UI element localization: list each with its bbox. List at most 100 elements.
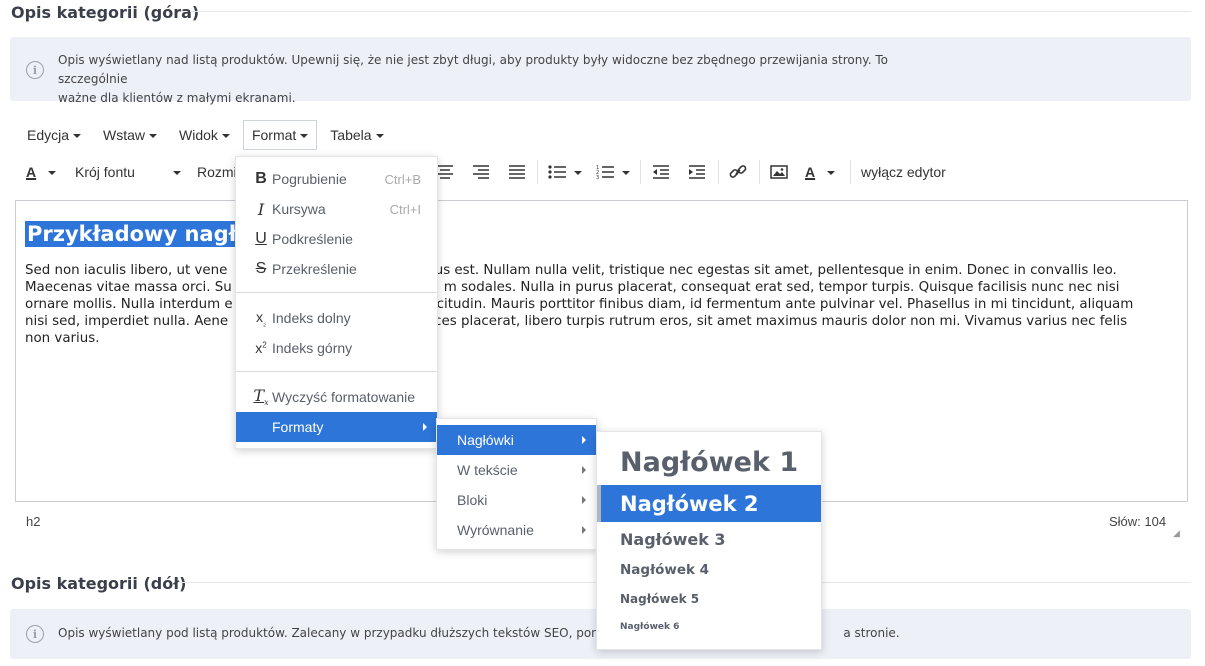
info-line: Opis wyświetlany pod listą produktów. Za… — [58, 626, 620, 640]
heading-option-h2[interactable]: Nagłówek 2 — [597, 485, 821, 522]
font-family-select[interactable]: Krój fontu — [75, 156, 181, 188]
background-color-button[interactable]: A — [805, 156, 836, 188]
headings-submenu: Nagłówek 1 Nagłówek 2 Nagłówek 3 Nagłówe… — [596, 431, 822, 650]
heading-option-h3[interactable]: Nagłówek 3 — [597, 525, 821, 553]
link-button[interactable] — [729, 156, 747, 188]
bullet-list-button[interactable] — [548, 156, 582, 188]
formats-submenu: Nagłówki W tekście Bloki Wyrównanie — [436, 418, 597, 550]
image-icon — [770, 165, 788, 179]
selected-heading[interactable]: Przykładowy nagł — [25, 221, 239, 247]
link-icon — [729, 165, 747, 178]
chevron-right-icon — [582, 436, 586, 444]
underline-icon: U — [255, 230, 267, 247]
image-button[interactable] — [770, 156, 788, 188]
italic-icon: I — [257, 199, 265, 219]
menu-item-underline[interactable]: U Podkreślenie — [236, 224, 437, 254]
submenu-item-headings[interactable]: Nagłówki — [437, 425, 596, 455]
section-title-top: Opis kategorii (góra) — [11, 3, 200, 22]
menu-separator — [236, 292, 437, 293]
info-line: a stronie. — [843, 626, 900, 640]
heading-option-h1[interactable]: Nagłówek 1 — [597, 440, 821, 484]
paragraph-line: non varius. — [25, 331, 100, 346]
toolbar-separator — [718, 160, 719, 184]
indent-button[interactable] — [688, 156, 706, 188]
chevron-down-icon — [827, 171, 836, 175]
resize-handle-icon[interactable]: ◢ — [1173, 528, 1180, 539]
menu-insert[interactable]: Wstaw — [94, 120, 166, 150]
paragraph-line: Maecenas vitae massa orci. Su m sodales. … — [25, 280, 1120, 295]
editor-menubar: Edycja Wstaw Widok Format Tabela — [18, 120, 397, 150]
chevron-down-icon — [48, 171, 57, 175]
menu-item-clear-formatting[interactable]: Tx Wyczyść formatowanie — [236, 382, 437, 412]
info-icon: i — [26, 61, 44, 79]
word-count: Słów: 104 — [1109, 514, 1167, 529]
info-line: ważne dla klientów z małymi ekranami. — [58, 91, 296, 105]
editor-toolbar: A Krój fontu Rozmi 123 A wyłącz edytor — [18, 156, 1188, 188]
heading-option-h4[interactable]: Nagłówek 4 — [597, 556, 821, 583]
numbered-list-button[interactable]: 123 — [596, 156, 630, 188]
paragraph-line: nisi sed, imperdiet nulla. Aene ces place… — [25, 314, 1128, 329]
menu-item-bold[interactable]: B Pogrubienie Ctrl+B — [236, 164, 437, 194]
bold-icon: B — [255, 170, 267, 187]
outdent-button[interactable] — [652, 156, 670, 188]
chevron-down-icon — [622, 171, 630, 175]
menu-item-subscript[interactable]: x₂ Indeks dolny — [236, 303, 437, 333]
menu-edit[interactable]: Edycja — [18, 120, 90, 150]
heading-option-h6[interactable]: Nagłówek 6 — [597, 615, 821, 639]
submenu-item-alignment[interactable]: Wyrównanie — [437, 515, 596, 545]
align-right-icon — [473, 165, 489, 179]
menu-item-strikethrough[interactable]: S Przekreślenie — [236, 254, 437, 284]
menu-separator — [236, 371, 437, 372]
menu-item-formats[interactable]: Formaty — [236, 412, 437, 442]
submenu-item-inline[interactable]: W tekście — [437, 455, 596, 485]
section-divider — [190, 11, 1191, 12]
toolbar-separator — [537, 160, 538, 184]
svg-text:3: 3 — [596, 175, 599, 180]
submenu-item-blocks[interactable]: Bloki — [437, 485, 596, 515]
chevron-down-icon — [149, 134, 158, 138]
paragraph-line: Sed non iaculis libero, ut vene cus est. … — [25, 263, 1117, 278]
info-icon: i — [26, 625, 44, 643]
align-justify-button[interactable] — [508, 156, 526, 188]
paragraph-line: ornare mollis. Nulla interdum e citudin. … — [25, 297, 1134, 312]
text-color-button[interactable]: A — [26, 156, 57, 188]
toolbar-separator — [850, 160, 851, 184]
chevron-down-icon — [574, 171, 582, 175]
font-size-select[interactable]: Rozmi — [197, 156, 237, 188]
chevron-right-icon — [582, 496, 586, 504]
chevron-down-icon — [173, 171, 181, 175]
info-text-top: Opis wyświetlany nad listą produktów. Up… — [58, 51, 958, 108]
chevron-down-icon — [73, 134, 82, 138]
bullet-list-icon — [548, 165, 566, 179]
section-title-bottom: Opis kategorii (dół) — [11, 574, 187, 593]
menu-item-superscript[interactable]: x2 Indeks górny — [236, 333, 437, 363]
menu-view[interactable]: Widok — [170, 120, 239, 150]
text-color-icon: A — [26, 164, 37, 180]
chevron-down-icon — [300, 134, 309, 138]
align-right-button[interactable] — [472, 156, 490, 188]
text-color-icon: A — [805, 164, 816, 180]
superscript-icon: x2 — [255, 340, 267, 356]
heading-option-h5[interactable]: Nagłówek 5 — [597, 586, 821, 611]
element-path[interactable]: h2 — [26, 514, 40, 529]
chevron-down-icon — [221, 134, 230, 138]
editor-paragraph[interactable]: Sed non iaculis libero, ut vene cus est. … — [25, 262, 1165, 347]
info-line: Opis wyświetlany nad listą produktów. Up… — [58, 53, 888, 86]
chevron-right-icon — [582, 526, 586, 534]
outdent-icon — [653, 165, 669, 179]
align-center-icon — [437, 165, 453, 179]
indent-icon — [689, 165, 705, 179]
align-center-button[interactable] — [436, 156, 454, 188]
chevron-right-icon — [423, 423, 427, 431]
format-menu: B Pogrubienie Ctrl+B I Kursywa Ctrl+I U … — [235, 156, 438, 449]
menu-table[interactable]: Tabela — [321, 120, 392, 150]
chevron-right-icon — [582, 466, 586, 474]
strikethrough-icon: S — [255, 260, 267, 277]
menu-format[interactable]: Format — [242, 120, 318, 150]
clear-formatting-icon: Tx — [253, 386, 269, 408]
toolbar-separator — [759, 160, 760, 184]
menu-item-italic[interactable]: I Kursywa Ctrl+I — [236, 194, 437, 224]
disable-editor-button[interactable]: wyłącz edytor — [861, 156, 946, 188]
chevron-down-icon — [375, 134, 384, 138]
align-justify-icon — [509, 165, 525, 179]
